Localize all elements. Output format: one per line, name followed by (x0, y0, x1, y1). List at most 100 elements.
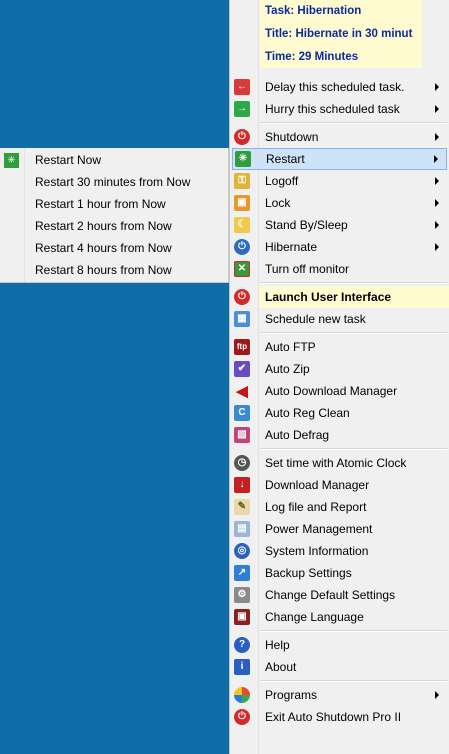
menu-item-schedule-new-task[interactable]: ▦ Schedule new task (230, 308, 449, 330)
menu-item-label: Restart (266, 152, 305, 166)
defrag-icon: ▧ (234, 427, 250, 443)
menu-item-delay[interactable]: ← Delay this scheduled task. (230, 76, 449, 98)
submenu-item-restart-4-hours[interactable]: Restart 4 hours from Now (0, 237, 228, 259)
menu-item-auto-download-manager[interactable]: ◀ Auto Download Manager (230, 380, 449, 402)
menu-item-label: Power Management (265, 522, 373, 536)
menu-item-lock[interactable]: ▣ Lock (230, 192, 449, 214)
menu-item-label: Set time with Atomic Clock (265, 456, 407, 470)
menu-item-logoff[interactable]: ⚿ Logoff (230, 170, 449, 192)
submenu-item-label: Restart 8 hours from Now (35, 263, 172, 277)
submenu-arrow-icon (435, 133, 439, 141)
menu-item-label: Change Language (265, 610, 364, 624)
log-icon: ✎ (234, 499, 250, 515)
menu-item-auto-zip[interactable]: ✔ Auto Zip (230, 358, 449, 380)
menu-item-shutdown[interactable]: ⏻ Shutdown (230, 126, 449, 148)
submenu-arrow-icon (435, 243, 439, 251)
menu-item-auto-reg-clean[interactable]: C Auto Reg Clean (230, 402, 449, 424)
lock-icon: ▣ (234, 195, 250, 211)
submenu-item-label: Restart 2 hours from Now (35, 219, 172, 233)
task-title: Title: Hibernate in 30 minut (265, 28, 413, 40)
menu-item-auto-defrag[interactable]: ▧ Auto Defrag (230, 424, 449, 446)
submenu-item-restart-1-hour[interactable]: Restart 1 hour from Now (0, 193, 228, 215)
menu-item-atomic-clock[interactable]: ◷ Set time with Atomic Clock (230, 452, 449, 474)
launch-icon: ⏻ (234, 289, 250, 305)
exit-icon: ⏻ (234, 709, 250, 725)
sleep-icon: ☾ (234, 217, 250, 233)
menu-item-power-management[interactable]: ▤ Power Management (230, 518, 449, 540)
submenu-item-restart-2-hours[interactable]: Restart 2 hours from Now (0, 215, 228, 237)
restart-submenu: ✳ Restart Now Restart 30 minutes from No… (0, 148, 229, 283)
menu-item-log-file[interactable]: ✎ Log file and Report (230, 496, 449, 518)
download-arrow-icon: ◀ (236, 382, 248, 400)
menu-item-restart[interactable]: ✳ Restart (232, 148, 447, 170)
task-name: Task: Hibernation (265, 5, 362, 17)
menu-item-launch-ui[interactable]: ⏻ Launch User Interface (234, 286, 449, 308)
menu-item-hibernate[interactable]: ⏻ Hibernate (230, 236, 449, 258)
menu-item-label: Hibernate (265, 240, 318, 254)
menu-separator (260, 282, 447, 284)
about-icon: i (234, 659, 250, 675)
menu-item-help[interactable]: ? Help (230, 634, 449, 656)
menu-item-about[interactable]: i About (230, 656, 449, 678)
submenu-item-label: Restart 4 hours from Now (35, 241, 172, 255)
menu-item-label: Auto Reg Clean (265, 406, 350, 420)
restart-icon: ✳ (235, 151, 251, 167)
submenu-item-label: Restart 30 minutes from Now (35, 175, 191, 189)
menu-separator (260, 680, 447, 682)
key-icon: ⚿ (234, 173, 250, 189)
menu-item-label: Auto Zip (265, 362, 310, 376)
delay-icon: ← (234, 79, 250, 95)
menu-item-label: Launch User Interface (265, 290, 392, 304)
submenu-arrow-icon (435, 177, 439, 185)
menu-item-exit[interactable]: ⏻ Exit Auto Shutdown Pro II (230, 706, 449, 728)
menu-item-label: Help (265, 638, 290, 652)
menu-item-label: Lock (265, 196, 291, 210)
menu-item-label: Hurry this scheduled task (265, 102, 400, 116)
menu-item-auto-ftp[interactable]: ftp Auto FTP (230, 336, 449, 358)
reg-clean-icon: C (234, 405, 250, 421)
task-info-panel: Task: Hibernation Title: Hibernate in 30… (260, 0, 422, 68)
submenu-item-label: Restart Now (35, 153, 102, 167)
gear-icon: ⚙ (234, 587, 250, 603)
menu-item-programs[interactable]: Programs (230, 684, 449, 706)
menu-item-label: Log file and Report (265, 500, 367, 514)
menu-separator (260, 122, 447, 124)
menu-separator (260, 630, 447, 632)
menu-item-label: Delay this scheduled task. (265, 80, 405, 94)
context-menu: Task: Hibernation Title: Hibernate in 30… (229, 0, 449, 754)
menu-item-label: Change Default Settings (265, 588, 396, 602)
submenu-arrow-icon (435, 199, 439, 207)
menu-separator (260, 448, 447, 450)
power-management-icon: ▤ (234, 521, 250, 537)
menu-item-hurry[interactable]: → Hurry this scheduled task (230, 98, 449, 120)
menu-item-label: Turn off monitor (265, 262, 350, 276)
menu-item-label: System Information (265, 544, 369, 558)
menu-item-label: Logoff (265, 174, 299, 188)
menu-item-change-language[interactable]: ▣ Change Language (230, 606, 449, 628)
menu-item-label: Exit Auto Shutdown Pro II (265, 710, 402, 724)
menu-item-label: Download Manager (265, 478, 370, 492)
menu-item-label: Auto Download Manager (265, 384, 398, 398)
menu-item-download-manager[interactable]: ↓ Download Manager (230, 474, 449, 496)
menu-item-turn-off-monitor[interactable]: ✕ Turn off monitor (230, 258, 449, 280)
language-icon: ▣ (234, 609, 250, 625)
system-info-icon: ◎ (234, 543, 250, 559)
monitor-off-icon: ✕ (234, 261, 250, 277)
ftp-icon: ftp (234, 339, 250, 355)
submenu-item-restart-now[interactable]: ✳ Restart Now (0, 149, 228, 171)
menu-item-system-information[interactable]: ◎ System Information (230, 540, 449, 562)
menu-item-standby[interactable]: ☾ Stand By/Sleep (230, 214, 449, 236)
menu-separator (260, 332, 447, 334)
help-icon: ? (234, 637, 250, 653)
menu-item-change-default-settings[interactable]: ⚙ Change Default Settings (230, 584, 449, 606)
menu-item-label: Shutdown (265, 130, 319, 144)
submenu-arrow-icon (434, 155, 438, 163)
menu-item-backup-settings[interactable]: ↗ Backup Settings (230, 562, 449, 584)
submenu-item-restart-30-min[interactable]: Restart 30 minutes from Now (0, 171, 228, 193)
submenu-item-restart-8-hours[interactable]: Restart 8 hours from Now (0, 259, 228, 281)
menu-item-label: About (265, 660, 297, 674)
clock-icon: ◷ (234, 455, 250, 471)
zip-icon: ✔ (234, 361, 250, 377)
submenu-arrow-icon (435, 691, 439, 699)
schedule-icon: ▦ (234, 311, 250, 327)
